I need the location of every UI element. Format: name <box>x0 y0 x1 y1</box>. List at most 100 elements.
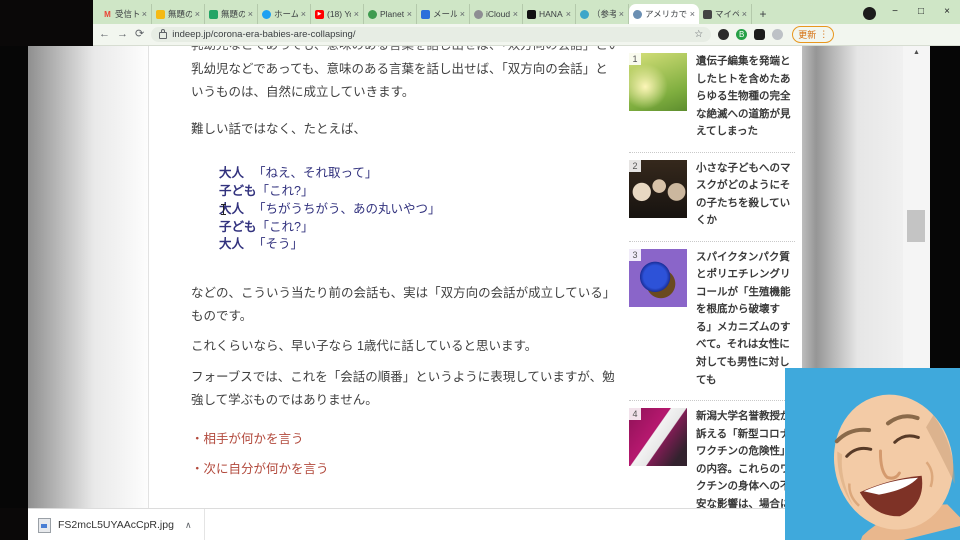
tab-search-icon[interactable] <box>863 7 876 20</box>
paragraph: これくらいなら、早い子なら 1歳代に話していると思います。 <box>191 339 538 354</box>
dialogue-block: 大人 「ねえ、それ取って」 子ども 「これ?」 大人 「ちがうちがう、あの丸いや… <box>219 165 615 254</box>
dialogue-line: 子ども 「これ?」 <box>219 219 615 237</box>
speech: 「これ?」 <box>256 219 314 234</box>
dialogue-line: 子ども 「これ?」 <box>219 183 615 201</box>
reload-icon[interactable]: ⟳ <box>135 29 144 40</box>
tab-mail[interactable]: メール - y × <box>417 4 470 24</box>
extensions-puzzle-icon[interactable] <box>754 29 766 40</box>
downloaded-file-chip[interactable]: FS2mcL5UYAAcCpR.jpg ∧ <box>28 509 205 540</box>
adblock-icon[interactable]: B <box>736 29 748 40</box>
tab-twitter[interactable]: ホーム / T × <box>258 4 311 24</box>
minimize-button[interactable]: − <box>882 0 908 22</box>
gmail-icon: M <box>104 9 111 19</box>
chrome-update-button[interactable]: 更新 ⋮ <box>792 26 835 43</box>
tab-close-icon[interactable]: × <box>195 9 200 19</box>
tab-close-icon[interactable]: × <box>142 9 147 19</box>
tab-close-icon[interactable]: × <box>619 9 624 19</box>
article-title[interactable]: 小さな子どもへのマスクがどのようにその子たちを殺していくか <box>696 160 795 230</box>
rank-badge: 4 <box>629 408 641 421</box>
ranked-article-1[interactable]: 1 遺伝子編集を発端としたヒトを含めたあらゆる生物種の完全な絶滅への道筋が見えて… <box>629 46 795 153</box>
tab-label: 無題のス <box>221 9 245 19</box>
tab-label: iCloud メ <box>486 9 510 19</box>
bullet-list: ・相手が何かを言う ・次に自分が何かを言う <box>191 428 615 481</box>
tab-mypage[interactable]: マイペー × <box>699 4 752 24</box>
tab-close-icon[interactable]: × <box>407 9 412 19</box>
profile-avatar[interactable] <box>772 29 784 40</box>
tab-close-icon[interactable]: × <box>248 9 253 19</box>
tab-label: Planetar <box>380 9 404 19</box>
ranked-article-4[interactable]: 4 新潟大学名誉教授が訴える「新型コロナワクチンの危険性」の内容。これらのワクチ… <box>629 401 795 508</box>
lock-icon <box>159 29 168 39</box>
tab-close-icon[interactable]: × <box>460 9 465 19</box>
address-bar[interactable]: indeep.jp/corona-era-babies-are-collapsi… <box>151 27 712 42</box>
tab-gmail[interactable]: M 受信トレ × <box>99 4 152 24</box>
tab-close-icon[interactable]: × <box>301 9 306 19</box>
black-square-icon <box>527 9 536 19</box>
apple-icon <box>474 9 483 19</box>
paragraph: フォーブスでは、これを「会話の順番」というように表現していますが、勉強して学ぶも… <box>191 369 615 407</box>
dialogue-line: 大人 「ちがうちがう、あの丸いやつ」 <box>219 201 615 219</box>
sheets-icon <box>209 9 218 19</box>
new-tab-button[interactable]: + <box>754 5 772 23</box>
tab-reference-image[interactable]: （参考画 × <box>576 4 629 24</box>
scroll-up-icon[interactable]: ▲ <box>903 49 930 56</box>
tab-close-icon[interactable]: × <box>513 9 518 19</box>
browser-window: M 受信トレ × 無題のプ × 無題のス × ホーム / T × ▶ (18) … <box>0 0 960 540</box>
scrollbar-thumb[interactable] <box>907 210 925 242</box>
page-content: 乳幼児などであっても、意味のある言葉を話し出せば、「双方向の会話」というものは、… <box>148 46 803 508</box>
rank-badge: 3 <box>629 248 641 261</box>
ranked-article-2[interactable]: 2 小さな子どもへのマスクがどのようにその子たちを殺していくか <box>629 153 795 242</box>
tab-label: メール - y <box>433 9 457 19</box>
tab-close-icon[interactable]: × <box>566 9 571 19</box>
twitter-icon <box>262 9 271 19</box>
article-title[interactable]: スパイクタンパク質とポリエチレングリコールが「生殖機能を根底から破壊する」メカニ… <box>696 249 795 389</box>
tab-sheets[interactable]: 無題のス × <box>205 4 258 24</box>
download-filename[interactable]: FS2mcL5UYAAcCpR.jpg <box>58 519 174 531</box>
speech: 「そう」 <box>253 237 304 252</box>
close-button[interactable]: × <box>934 0 960 22</box>
clipped-text-line: 乳幼児などであっても、意味のある言葉を話し出せば、「双方向の会話」というものは、… <box>191 46 615 51</box>
tab-label: HANABI <box>539 9 563 19</box>
tab-icloud[interactable]: iCloud メ × <box>470 4 523 24</box>
speech: 「ちがうちがう、あの丸いやつ」 <box>253 201 441 216</box>
article-title[interactable]: 新潟大学名誉教授が訴える「新型コロナワクチンの危険性」の内容。これらのワクチンの… <box>696 408 795 508</box>
tab-close-icon[interactable]: × <box>690 9 695 19</box>
teal-circle-icon <box>580 9 589 19</box>
paragraph: 乳幼児などであっても、意味のある言葉を話し出せば、「双方向の会話」というものは、… <box>191 62 608 100</box>
tab-label: マイペー <box>715 9 739 19</box>
url-text[interactable]: indeep.jp/corona-era-babies-are-collapsi… <box>172 29 689 40</box>
bullet-item: ・相手が何かを言う <box>191 431 304 446</box>
paragraph: などの、こういう当たり前の会話も、実は「双方向の会話が成立している」ものです。 <box>191 286 610 324</box>
tab-slides[interactable]: 無題のプ × <box>152 4 205 24</box>
paragraph: 難しい話ではなく、たとえば、 <box>191 122 367 137</box>
tab-hanabi[interactable]: HANABI × <box>523 4 576 24</box>
tab-close-icon[interactable]: × <box>354 9 359 19</box>
tab-close-icon[interactable]: × <box>742 9 747 19</box>
mail-icon <box>421 9 430 19</box>
extension-dark-icon[interactable] <box>718 29 730 40</box>
speaker: 子ども <box>219 184 257 199</box>
tab-active-indeep[interactable]: アメリカで × <box>629 4 699 24</box>
tab-label: 無題のプ <box>168 9 192 19</box>
article-thumbnail: 1 <box>629 53 687 111</box>
article-thumbnail: 3 <box>629 248 687 307</box>
tab-planetary[interactable]: Planetar × <box>364 4 417 24</box>
tab-label: （参考画 <box>592 9 616 19</box>
rank-badge: 1 <box>629 53 641 65</box>
speaker: 子ども <box>219 219 257 234</box>
forward-icon[interactable]: → <box>117 29 128 40</box>
ranked-article-3[interactable]: 3 スパイクタンパク質とポリエチレングリコールが「生殖機能を根底から破壊する」メ… <box>629 242 795 402</box>
article-body: 乳幼児などであっても、意味のある言葉を話し出せば、「双方向の会話」というものは、… <box>191 46 615 508</box>
slides-icon <box>156 9 165 19</box>
download-caret-icon[interactable]: ∧ <box>185 520 192 531</box>
speech: 「これ?」 <box>256 184 314 199</box>
bookmark-star-icon[interactable]: ☆ <box>694 29 703 40</box>
article-title[interactable]: 遺伝子編集を発端としたヒトを含めたあらゆる生物種の完全な絶滅への道筋が見えてしま… <box>696 53 795 141</box>
youtube-icon: ▶ <box>315 9 324 19</box>
menu-icon[interactable]: ⋮ <box>819 29 828 40</box>
text-cursor <box>221 204 226 215</box>
leaf-icon <box>368 9 377 19</box>
tab-youtube[interactable]: ▶ (18) YouT × <box>311 4 364 24</box>
back-icon[interactable]: ← <box>99 29 110 40</box>
maximize-button[interactable]: □ <box>908 0 934 22</box>
